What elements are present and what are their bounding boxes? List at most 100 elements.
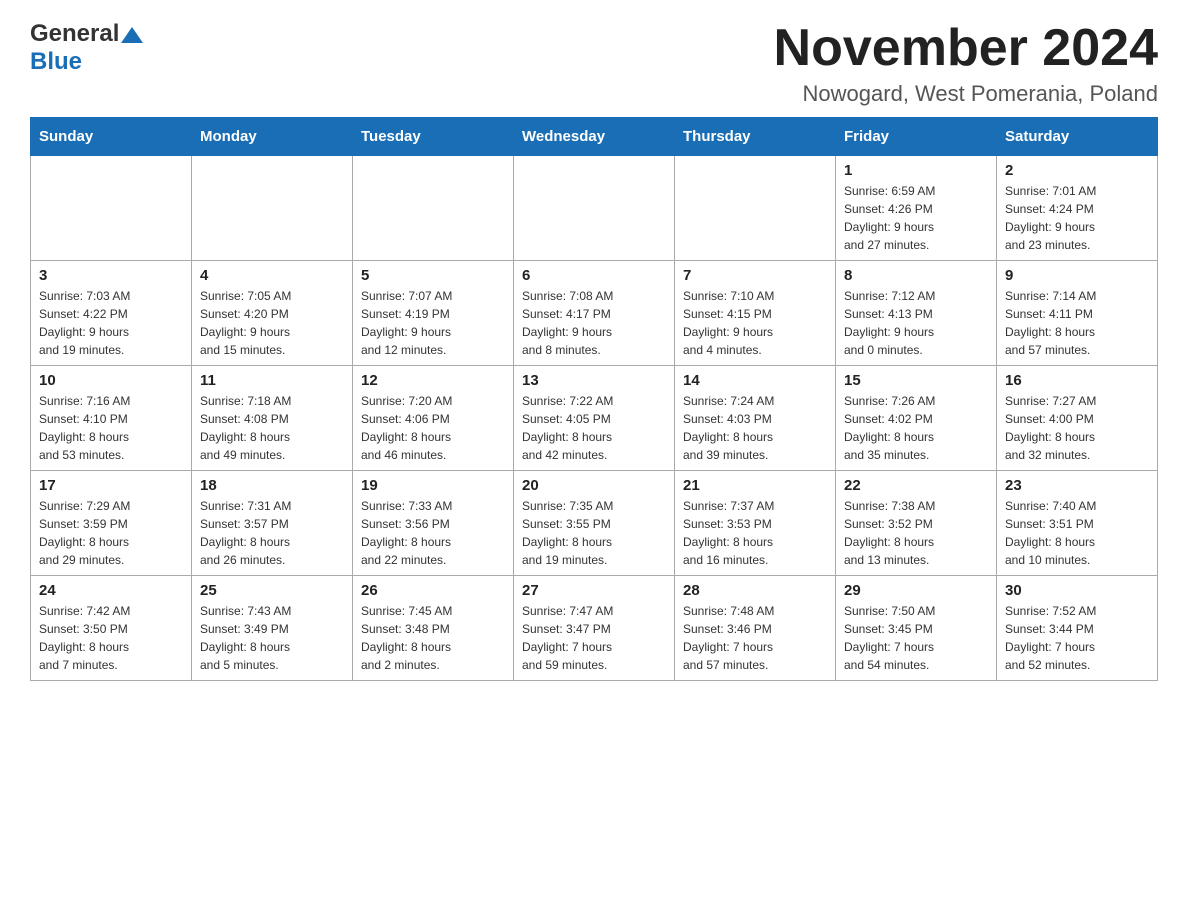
calendar-cell: 16Sunrise: 7:27 AM Sunset: 4:00 PM Dayli… [997,366,1158,471]
week-row-2: 3 Sunrise: 7:03 AM Sunset: 4:22 PM Daylig… [31,261,1158,366]
day-number: 5 [361,267,505,284]
calendar-cell: 17Sunrise: 7:29 AM Sunset: 3:59 PM Dayli… [31,471,192,576]
day-info: Sunrise: 7:16 AM Sunset: 4:10 PM Dayligh… [39,392,183,464]
week-row-4: 17Sunrise: 7:29 AM Sunset: 3:59 PM Dayli… [31,471,1158,576]
calendar-cell: 8Sunrise: 7:12 AM Sunset: 4:13 PM Daylig… [836,261,997,366]
day-number: 3 [39,267,183,284]
weekday-header-friday: Friday [836,118,997,156]
weekday-header-sunday: Sunday [31,118,192,156]
calendar-cell [192,156,353,261]
logo-general-text: General [30,20,119,48]
day-number: 30 [1005,582,1149,599]
day-info: Sunrise: 7:07 AM Sunset: 4:19 PM Dayligh… [361,287,505,359]
day-info: Sunrise: 7:08 AM Sunset: 4:17 PM Dayligh… [522,287,666,359]
day-info: Sunrise: 7:03 AM Sunset: 4:22 PM Dayligh… [39,287,183,359]
calendar-cell: 3 Sunrise: 7:03 AM Sunset: 4:22 PM Daylig… [31,261,192,366]
day-info: Sunrise: 7:22 AM Sunset: 4:05 PM Dayligh… [522,392,666,464]
weekday-header-row: SundayMondayTuesdayWednesdayThursdayFrid… [31,118,1158,156]
calendar-cell: 20 Sunrise: 7:35 AM Sunset: 3:55 PM Dayli… [514,471,675,576]
day-number: 24 [39,582,183,599]
day-info: Sunrise: 7:10 AM Sunset: 4:15 PM Dayligh… [683,287,827,359]
calendar-cell: 1Sunrise: 6:59 AM Sunset: 4:26 PM Daylig… [836,156,997,261]
day-number: 20 [522,477,666,494]
day-info: Sunrise: 7:37 AM Sunset: 3:53 PM Dayligh… [683,497,827,569]
calendar-cell: 27Sunrise: 7:47 AM Sunset: 3:47 PM Dayli… [514,576,675,681]
weekday-header-thursday: Thursday [675,118,836,156]
day-number: 2 [1005,162,1149,179]
logo: General Blue [30,20,143,76]
day-info: Sunrise: 7:20 AM Sunset: 4:06 PM Dayligh… [361,392,505,464]
day-info: Sunrise: 7:01 AM Sunset: 4:24 PM Dayligh… [1005,182,1149,254]
calendar-cell: 30 Sunrise: 7:52 AM Sunset: 3:44 PM Dayli… [997,576,1158,681]
header-row: General Blue November 2024 Nowogard, Wes… [30,20,1158,107]
main-title: November 2024 [774,20,1158,77]
calendar-cell: 18Sunrise: 7:31 AM Sunset: 3:57 PM Dayli… [192,471,353,576]
calendar-cell [675,156,836,261]
weekday-header-tuesday: Tuesday [353,118,514,156]
day-number: 29 [844,582,988,599]
day-number: 28 [683,582,827,599]
calendar-cell: 13 Sunrise: 7:22 AM Sunset: 4:05 PM Dayli… [514,366,675,471]
calendar-cell: 19 Sunrise: 7:33 AM Sunset: 3:56 PM Dayli… [353,471,514,576]
calendar-cell [31,156,192,261]
day-number: 6 [522,267,666,284]
calendar-cell: 21Sunrise: 7:37 AM Sunset: 3:53 PM Dayli… [675,471,836,576]
weekday-header-monday: Monday [192,118,353,156]
day-number: 1 [844,162,988,179]
day-info: Sunrise: 7:52 AM Sunset: 3:44 PM Dayligh… [1005,602,1149,674]
calendar-cell: 5 Sunrise: 7:07 AM Sunset: 4:19 PM Daylig… [353,261,514,366]
day-number: 9 [1005,267,1149,284]
day-number: 12 [361,372,505,389]
calendar-cell [353,156,514,261]
day-number: 26 [361,582,505,599]
week-row-1: 1Sunrise: 6:59 AM Sunset: 4:26 PM Daylig… [31,156,1158,261]
day-info: Sunrise: 7:35 AM Sunset: 3:55 PM Dayligh… [522,497,666,569]
day-info: Sunrise: 7:18 AM Sunset: 4:08 PM Dayligh… [200,392,344,464]
calendar-cell: 24 Sunrise: 7:42 AM Sunset: 3:50 PM Dayli… [31,576,192,681]
calendar-cell: 22 Sunrise: 7:38 AM Sunset: 3:52 PM Dayli… [836,471,997,576]
day-info: Sunrise: 7:50 AM Sunset: 3:45 PM Dayligh… [844,602,988,674]
logo-blue-text: Blue [30,48,82,75]
day-number: 13 [522,372,666,389]
day-number: 18 [200,477,344,494]
day-info: Sunrise: 7:43 AM Sunset: 3:49 PM Dayligh… [200,602,344,674]
day-number: 10 [39,372,183,389]
title-block: November 2024 Nowogard, West Pomerania, … [774,20,1158,107]
calendar-cell: 15Sunrise: 7:26 AM Sunset: 4:02 PM Dayli… [836,366,997,471]
calendar-cell: 28 Sunrise: 7:48 AM Sunset: 3:46 PM Dayli… [675,576,836,681]
calendar-cell: 2 Sunrise: 7:01 AM Sunset: 4:24 PM Daylig… [997,156,1158,261]
day-info: Sunrise: 7:45 AM Sunset: 3:48 PM Dayligh… [361,602,505,674]
calendar-cell: 9 Sunrise: 7:14 AM Sunset: 4:11 PM Daylig… [997,261,1158,366]
day-number: 25 [200,582,344,599]
day-number: 8 [844,267,988,284]
day-info: Sunrise: 7:48 AM Sunset: 3:46 PM Dayligh… [683,602,827,674]
day-info: Sunrise: 7:40 AM Sunset: 3:51 PM Dayligh… [1005,497,1149,569]
day-number: 15 [844,372,988,389]
calendar: SundayMondayTuesdayWednesdayThursdayFrid… [30,117,1158,681]
week-row-5: 24 Sunrise: 7:42 AM Sunset: 3:50 PM Dayli… [31,576,1158,681]
day-info: Sunrise: 7:38 AM Sunset: 3:52 PM Dayligh… [844,497,988,569]
calendar-cell: 7 Sunrise: 7:10 AM Sunset: 4:15 PM Daylig… [675,261,836,366]
day-number: 14 [683,372,827,389]
calendar-cell: 26 Sunrise: 7:45 AM Sunset: 3:48 PM Dayli… [353,576,514,681]
calendar-cell: 23 Sunrise: 7:40 AM Sunset: 3:51 PM Dayli… [997,471,1158,576]
day-info: Sunrise: 7:47 AM Sunset: 3:47 PM Dayligh… [522,602,666,674]
calendar-cell [514,156,675,261]
calendar-cell: 10 Sunrise: 7:16 AM Sunset: 4:10 PM Dayli… [31,366,192,471]
day-number: 17 [39,477,183,494]
week-row-3: 10 Sunrise: 7:16 AM Sunset: 4:10 PM Dayli… [31,366,1158,471]
day-info: Sunrise: 7:33 AM Sunset: 3:56 PM Dayligh… [361,497,505,569]
day-number: 19 [361,477,505,494]
day-number: 7 [683,267,827,284]
calendar-cell: 14Sunrise: 7:24 AM Sunset: 4:03 PM Dayli… [675,366,836,471]
day-info: Sunrise: 7:05 AM Sunset: 4:20 PM Dayligh… [200,287,344,359]
weekday-header-saturday: Saturday [997,118,1158,156]
day-number: 22 [844,477,988,494]
subtitle: Nowogard, West Pomerania, Poland [774,81,1158,107]
day-number: 23 [1005,477,1149,494]
calendar-cell: 29 Sunrise: 7:50 AM Sunset: 3:45 PM Dayli… [836,576,997,681]
day-info: Sunrise: 7:27 AM Sunset: 4:00 PM Dayligh… [1005,392,1149,464]
day-info: Sunrise: 7:42 AM Sunset: 3:50 PM Dayligh… [39,602,183,674]
day-info: Sunrise: 7:14 AM Sunset: 4:11 PM Dayligh… [1005,287,1149,359]
day-number: 4 [200,267,344,284]
